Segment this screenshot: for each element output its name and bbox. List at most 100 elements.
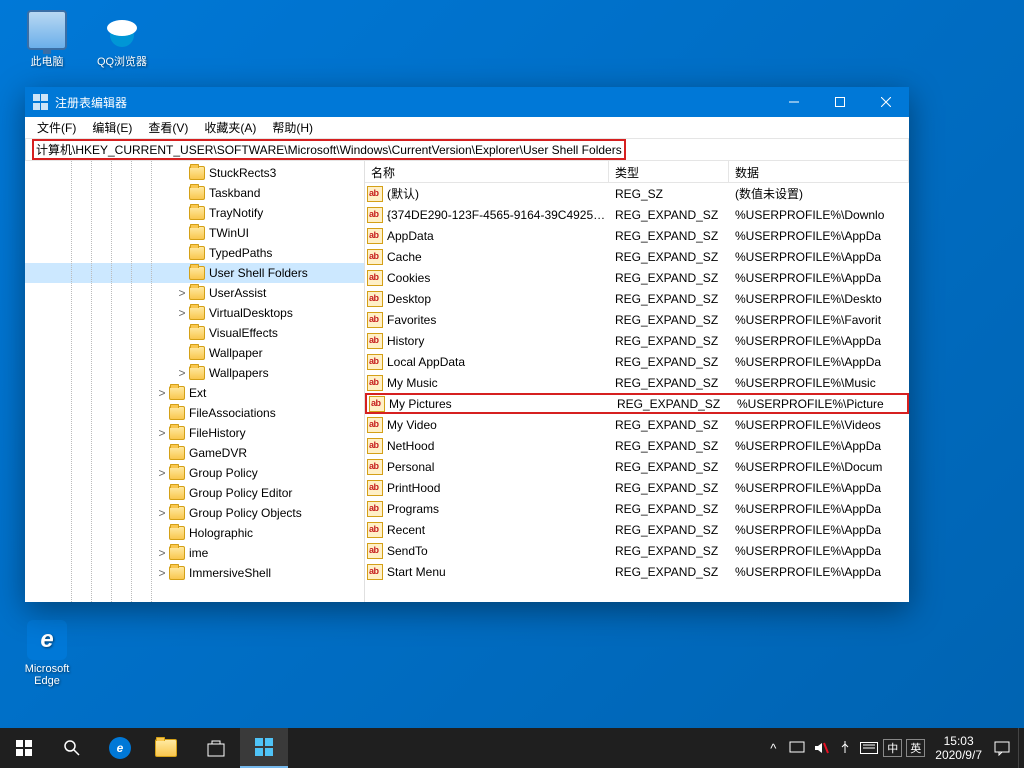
expander-icon[interactable] xyxy=(175,206,189,220)
expander-icon[interactable] xyxy=(175,166,189,180)
expander-icon[interactable]: > xyxy=(175,306,189,320)
close-button[interactable] xyxy=(863,87,909,117)
expander-icon[interactable]: > xyxy=(155,426,169,440)
tree-item[interactable]: StuckRects3 xyxy=(25,163,365,183)
value-row[interactable]: SendToREG_EXPAND_SZ%USERPROFILE%\AppDa xyxy=(365,540,909,561)
menu-help[interactable]: 帮助(H) xyxy=(264,117,321,138)
tree-item[interactable]: Group Policy Editor xyxy=(25,483,365,503)
tray-action-center-icon[interactable] xyxy=(990,728,1014,768)
value-row[interactable]: CookiesREG_EXPAND_SZ%USERPROFILE%\AppDa xyxy=(365,267,909,288)
expander-icon[interactable]: > xyxy=(155,546,169,560)
expander-icon[interactable] xyxy=(175,266,189,280)
tree-item[interactable]: Holographic xyxy=(25,523,365,543)
value-row[interactable]: My MusicREG_EXPAND_SZ%USERPROFILE%\Music xyxy=(365,372,909,393)
expander-icon[interactable] xyxy=(175,346,189,360)
tree-item[interactable]: FileAssociations xyxy=(25,403,365,423)
value-row[interactable]: My PicturesREG_EXPAND_SZ%USERPROFILE%\Pi… xyxy=(365,393,909,414)
value-row[interactable]: NetHoodREG_EXPAND_SZ%USERPROFILE%\AppDa xyxy=(365,435,909,456)
tree-item[interactable]: >Ext xyxy=(25,383,365,403)
expander-icon[interactable]: > xyxy=(155,386,169,400)
taskbar-edge[interactable]: e xyxy=(96,728,144,768)
tree-item[interactable]: Taskband xyxy=(25,183,365,203)
col-header-data[interactable]: 数据 xyxy=(729,161,909,182)
value-row[interactable]: PersonalREG_EXPAND_SZ%USERPROFILE%\Docum xyxy=(365,456,909,477)
value-row[interactable]: Local AppDataREG_EXPAND_SZ%USERPROFILE%\… xyxy=(365,351,909,372)
expander-icon[interactable]: > xyxy=(155,466,169,480)
expander-icon[interactable] xyxy=(175,186,189,200)
value-type: REG_EXPAND_SZ xyxy=(611,565,731,579)
titlebar[interactable]: 注册表编辑器 xyxy=(25,87,909,117)
value-row[interactable]: CacheREG_EXPAND_SZ%USERPROFILE%\AppDa xyxy=(365,246,909,267)
tree-item[interactable]: TypedPaths xyxy=(25,243,365,263)
registry-values[interactable]: 名称 类型 数据 (默认)REG_SZ(数值未设置){374DE290-123F… xyxy=(365,161,909,602)
tray-chevron-up-icon[interactable]: ^ xyxy=(761,728,785,768)
tray-ime-en[interactable]: 英 xyxy=(906,739,925,757)
value-row[interactable]: RecentREG_EXPAND_SZ%USERPROFILE%\AppDa xyxy=(365,519,909,540)
maximize-button[interactable] xyxy=(817,87,863,117)
desktop-icon-edge[interactable]: Microsoft Edge xyxy=(15,620,79,687)
taskbar-explorer[interactable] xyxy=(144,728,192,768)
expander-icon[interactable]: > xyxy=(155,566,169,580)
menu-view[interactable]: 查看(V) xyxy=(140,117,196,138)
tree-item[interactable]: >Wallpapers xyxy=(25,363,365,383)
address-bar[interactable]: 计算机\HKEY_CURRENT_USER\SOFTWARE\Microsoft… xyxy=(25,139,909,161)
expander-icon[interactable] xyxy=(155,446,169,460)
value-row[interactable]: HistoryREG_EXPAND_SZ%USERPROFILE%\AppDa xyxy=(365,330,909,351)
tree-item[interactable]: >Group Policy xyxy=(25,463,365,483)
tree-item[interactable]: >UserAssist xyxy=(25,283,365,303)
expander-icon[interactable] xyxy=(175,226,189,240)
show-desktop-button[interactable] xyxy=(1018,728,1024,768)
taskbar-store[interactable] xyxy=(192,728,240,768)
desktop-icon-qqbrowser[interactable]: QQ浏览器 xyxy=(90,10,154,69)
tree-item[interactable]: TWinUI xyxy=(25,223,365,243)
expander-icon[interactable]: > xyxy=(175,286,189,300)
expander-icon[interactable] xyxy=(175,246,189,260)
desktop-icon-label: Microsoft Edge xyxy=(15,663,79,687)
expander-icon[interactable] xyxy=(155,486,169,500)
tree-item[interactable]: >ImmersiveShell xyxy=(25,563,365,583)
value-row[interactable]: AppDataREG_EXPAND_SZ%USERPROFILE%\AppDa xyxy=(365,225,909,246)
expander-icon[interactable]: > xyxy=(155,506,169,520)
tray-usb-icon[interactable] xyxy=(833,728,857,768)
tree-item[interactable]: >ime xyxy=(25,543,365,563)
desktop-icon-this-pc[interactable]: 此电脑 xyxy=(15,10,79,69)
value-row[interactable]: FavoritesREG_EXPAND_SZ%USERPROFILE%\Favo… xyxy=(365,309,909,330)
expander-icon[interactable] xyxy=(155,406,169,420)
value-row[interactable]: My VideoREG_EXPAND_SZ%USERPROFILE%\Video… xyxy=(365,414,909,435)
tray-network-icon[interactable] xyxy=(785,728,809,768)
menu-file[interactable]: 文件(F) xyxy=(29,117,84,138)
value-row[interactable]: ProgramsREG_EXPAND_SZ%USERPROFILE%\AppDa xyxy=(365,498,909,519)
search-button[interactable] xyxy=(48,728,96,768)
tray-ime-ch[interactable]: 中 xyxy=(883,739,902,757)
value-row[interactable]: (默认)REG_SZ(数值未设置) xyxy=(365,183,909,204)
tree-item[interactable]: Wallpaper xyxy=(25,343,365,363)
value-row[interactable]: DesktopREG_EXPAND_SZ%USERPROFILE%\Deskto xyxy=(365,288,909,309)
value-row[interactable]: {374DE290-123F-4565-9164-39C4925…REG_EXP… xyxy=(365,204,909,225)
value-row[interactable]: Start MenuREG_EXPAND_SZ%USERPROFILE%\App… xyxy=(365,561,909,582)
tray-keyboard-icon[interactable] xyxy=(857,728,881,768)
tree-item[interactable]: >VirtualDesktops xyxy=(25,303,365,323)
folder-icon xyxy=(189,226,205,240)
tree-item[interactable]: >Group Policy Objects xyxy=(25,503,365,523)
tree-item[interactable]: >FileHistory xyxy=(25,423,365,443)
col-header-name[interactable]: 名称 xyxy=(365,161,609,182)
tree-item[interactable]: TrayNotify xyxy=(25,203,365,223)
menu-edit[interactable]: 编辑(E) xyxy=(84,117,140,138)
registry-tree[interactable]: StuckRects3TaskbandTrayNotifyTWinUITyped… xyxy=(25,161,365,602)
value-type: REG_EXPAND_SZ xyxy=(613,397,733,411)
start-button[interactable] xyxy=(0,728,48,768)
taskbar-regedit[interactable] xyxy=(240,728,288,768)
minimize-button[interactable] xyxy=(771,87,817,117)
tree-item[interactable]: VisualEffects xyxy=(25,323,365,343)
tree-item[interactable]: User Shell Folders xyxy=(25,263,365,283)
expander-icon[interactable] xyxy=(175,326,189,340)
expander-icon[interactable]: > xyxy=(175,366,189,380)
menu-favorites[interactable]: 收藏夹(A) xyxy=(196,117,264,138)
col-header-type[interactable]: 类型 xyxy=(609,161,729,182)
expander-icon[interactable] xyxy=(155,526,169,540)
tray-volume-icon[interactable] xyxy=(809,728,833,768)
tree-item[interactable]: GameDVR xyxy=(25,443,365,463)
value-type: REG_EXPAND_SZ xyxy=(611,523,731,537)
tray-clock[interactable]: 15:03 2020/9/7 xyxy=(927,734,990,763)
value-row[interactable]: PrintHoodREG_EXPAND_SZ%USERPROFILE%\AppD… xyxy=(365,477,909,498)
